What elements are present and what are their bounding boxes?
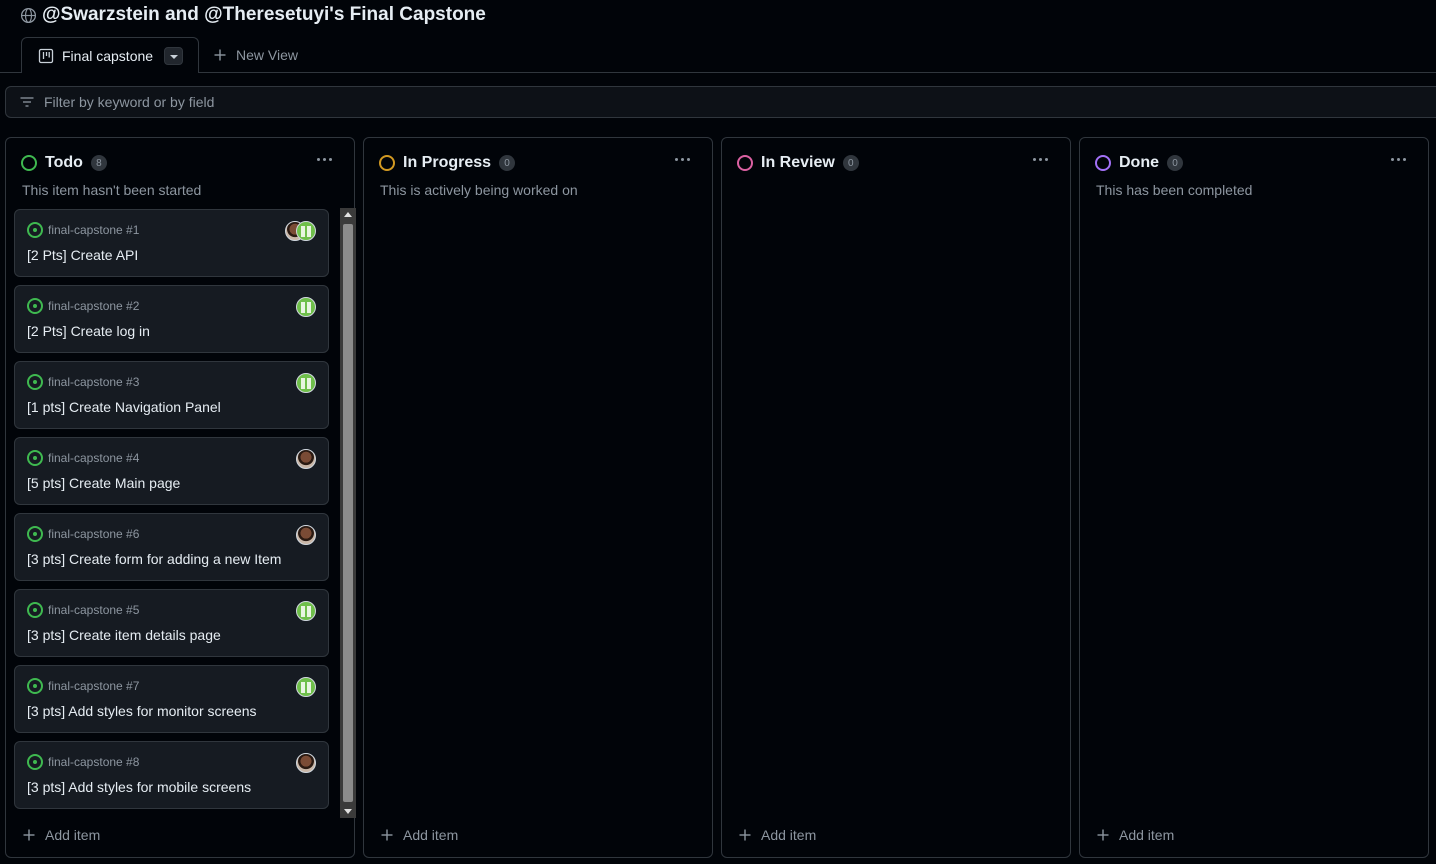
avatar[interactable]: [296, 221, 316, 241]
column-count: 8: [90, 155, 107, 171]
board-icon: [38, 48, 54, 64]
column-menu-button[interactable]: [670, 150, 694, 168]
plus-icon: [23, 829, 35, 841]
add-item-label: Add item: [1119, 827, 1175, 843]
issue-open-icon: [27, 374, 43, 390]
add-item-label: Add item: [403, 827, 459, 843]
issue-open-icon: [27, 678, 43, 694]
issue-title[interactable]: [2 Pts] Create log in: [27, 323, 150, 339]
new-view-label: New View: [236, 47, 298, 63]
tab-final-capstone[interactable]: Final capstone: [21, 37, 199, 74]
avatar[interactable]: [296, 449, 316, 469]
issue-title[interactable]: [3 pts] Create form for adding a new Ite…: [27, 551, 281, 567]
project-title-text: @Swarzstein and @Theresetuyi's Final Cap…: [42, 4, 486, 25]
column-menu-button[interactable]: [1386, 150, 1410, 168]
avatar[interactable]: [296, 297, 316, 317]
issue-card[interactable]: final-capstone #7 [3 pts] Add styles for…: [14, 665, 329, 733]
add-item-button[interactable]: Add item: [23, 826, 100, 844]
column-header: Todo 8: [21, 153, 107, 173]
column-in-progress: In Progress 0 This is actively being wor…: [363, 137, 713, 858]
issue-ref[interactable]: final-capstone #5: [48, 603, 139, 617]
globe-icon: [20, 7, 37, 24]
project-title: @Swarzstein and @Theresetuyi's Final Cap…: [20, 3, 486, 27]
issue-card[interactable]: final-capstone #2 [2 Pts] Create log in: [14, 285, 329, 353]
status-circle-icon: [379, 155, 395, 171]
issue-title[interactable]: [3 pts] Create item details page: [27, 627, 221, 643]
plus-icon: [1097, 829, 1109, 841]
issue-title[interactable]: [5 pts] Create Main page: [27, 475, 180, 491]
issue-open-icon: [27, 602, 43, 618]
filter-input[interactable]: [44, 94, 644, 110]
issue-title[interactable]: [2 Pts] Create API: [27, 247, 138, 263]
avatar[interactable]: [296, 677, 316, 697]
column-description: This has been completed: [1096, 182, 1253, 198]
scrollbar-thumb[interactable]: [343, 224, 353, 802]
filter-icon: [19, 94, 35, 110]
status-circle-icon: [1095, 155, 1111, 171]
issue-ref[interactable]: final-capstone #4: [48, 451, 139, 465]
issue-ref[interactable]: final-capstone #8: [48, 755, 139, 769]
tab-options-dropdown[interactable]: [164, 47, 183, 65]
column-menu-button[interactable]: [312, 150, 336, 168]
issue-title[interactable]: [3 pts] Add styles for monitor screens: [27, 703, 257, 719]
scroll-down-arrow-icon[interactable]: [344, 809, 352, 814]
avatar[interactable]: [296, 601, 316, 621]
issue-card[interactable]: final-capstone #5 [3 pts] Create item de…: [14, 589, 329, 657]
avatar[interactable]: [296, 753, 316, 773]
plus-icon: [212, 47, 228, 63]
issue-ref[interactable]: final-capstone #2: [48, 299, 139, 313]
column-header: In Review 0: [737, 153, 859, 173]
column-name: Done: [1119, 154, 1159, 171]
issue-ref[interactable]: final-capstone #7: [48, 679, 139, 693]
issue-open-icon: [27, 298, 43, 314]
issue-card[interactable]: final-capstone #6 [3 pts] Create form fo…: [14, 513, 329, 581]
card-list-scrollbar[interactable]: [340, 208, 356, 818]
issue-ref[interactable]: final-capstone #1: [48, 223, 139, 237]
card-list: final-capstone #1 [2 Pts] Create API fin…: [14, 209, 330, 819]
issue-ref[interactable]: final-capstone #3: [48, 375, 139, 389]
column-description: This item hasn't been started: [22, 182, 202, 198]
add-item-button[interactable]: Add item: [381, 826, 458, 844]
avatar[interactable]: [296, 525, 316, 545]
issue-open-icon: [27, 450, 43, 466]
avatar[interactable]: [296, 373, 316, 393]
column-header: In Progress 0: [379, 153, 516, 173]
status-circle-icon: [737, 155, 753, 171]
add-item-button[interactable]: Add item: [739, 826, 816, 844]
filter-bar: [5, 86, 1436, 118]
add-item-label: Add item: [45, 827, 101, 843]
column-todo: Todo 8 This item hasn't been started fin…: [5, 137, 356, 858]
column-in-review: In Review 0 Add item: [721, 137, 1071, 858]
column-done: Done 0 This has been completed Add item: [1079, 137, 1429, 858]
column-name: In Review: [761, 154, 835, 171]
issue-card[interactable]: final-capstone #8 [3 pts] Add styles for…: [14, 741, 329, 809]
scroll-up-arrow-icon[interactable]: [344, 212, 352, 217]
issue-card[interactable]: final-capstone #4 [5 pts] Create Main pa…: [14, 437, 329, 505]
status-circle-icon: [21, 155, 37, 171]
column-header: Done 0: [1095, 153, 1183, 173]
add-item-button[interactable]: Add item: [1097, 826, 1174, 844]
plus-icon: [739, 829, 751, 841]
column-count: 0: [1167, 155, 1183, 171]
add-item-label: Add item: [761, 827, 817, 843]
issue-card[interactable]: final-capstone #3 [1 pts] Create Navigat…: [14, 361, 329, 429]
issue-open-icon: [27, 754, 43, 770]
new-view-button[interactable]: New View: [212, 37, 298, 73]
column-count: 0: [842, 155, 859, 171]
column-name: In Progress: [403, 154, 492, 171]
issue-card[interactable]: final-capstone #1 [2 Pts] Create API: [14, 209, 329, 277]
issue-open-icon: [27, 222, 43, 238]
issue-title[interactable]: [3 pts] Add styles for mobile screens: [27, 779, 251, 795]
view-tabs: Final capstone New View: [0, 37, 1436, 74]
column-menu-button[interactable]: [1028, 150, 1052, 168]
column-count: 0: [499, 155, 516, 171]
issue-title[interactable]: [1 pts] Create Navigation Panel: [27, 399, 221, 415]
column-name: Todo: [45, 154, 83, 171]
issue-open-icon: [27, 526, 43, 542]
issue-ref[interactable]: final-capstone #6: [48, 527, 139, 541]
plus-icon: [381, 829, 393, 841]
tab-label: Final capstone: [62, 47, 154, 64]
column-description: This is actively being worked on: [380, 182, 578, 198]
